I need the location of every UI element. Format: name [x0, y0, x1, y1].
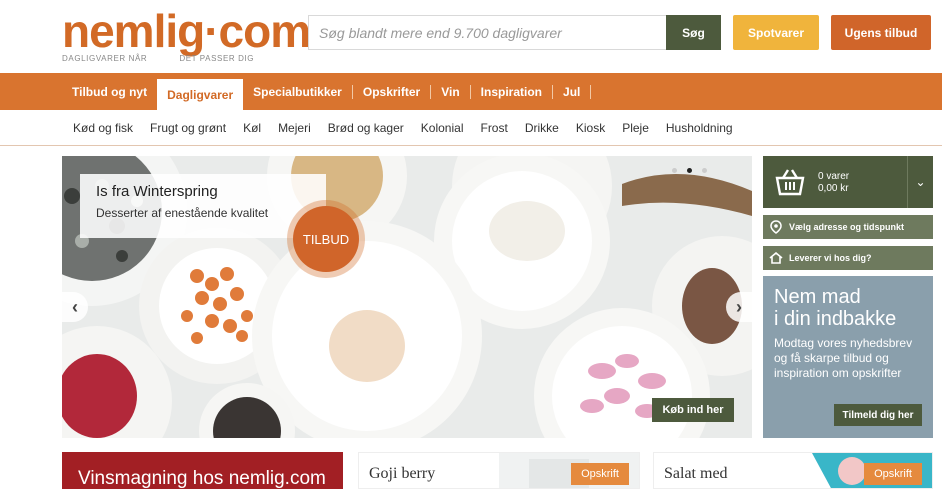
nav-item-tilbud[interactable]: Tilbud og nyt [62, 73, 157, 110]
nav-item-opskrifter[interactable]: Opskrifter [353, 73, 430, 110]
chevron-down-icon: ⌄ [915, 175, 926, 189]
logo-wordmark: nemlig·com [62, 5, 311, 57]
nav-divider [590, 84, 592, 99]
logo-tagline: DAGLIGVARER NÅR DET PASSER DIG [62, 54, 254, 63]
category-kolonial[interactable]: Kolonial [421, 121, 464, 135]
nav-item-specialbutikker[interactable]: Specialbutikker [243, 73, 352, 110]
newsletter-text: Modtag vores nyhedsbrev og få skarpe til… [774, 336, 913, 380]
choose-address-button[interactable]: Vælg adresse og tidspunkt [763, 215, 933, 239]
cart-expand-button[interactable]: ⌄ [907, 156, 933, 208]
category-brod-og-kager[interactable]: Brød og kager [328, 121, 404, 135]
recipe-card[interactable]: Salat med Opskrift [653, 452, 933, 489]
category-frost[interactable]: Frost [480, 121, 507, 135]
category-kiosk[interactable]: Kiosk [576, 121, 605, 135]
category-kol[interactable]: Køl [243, 121, 261, 135]
newsletter-signup-button[interactable]: Tilmeld dig her [834, 404, 922, 426]
carousel-dot[interactable] [702, 168, 707, 173]
newsletter-title-line2: i din indbakke [774, 308, 897, 330]
recipe-tag: Opskrift [864, 463, 922, 485]
recipe-tag: Opskrift [571, 463, 629, 485]
hero-subtitle: Desserter af enestående kvalitet [96, 206, 269, 220]
basket-icon [775, 169, 805, 196]
recipe-card[interactable]: Goji berry Opskrift [358, 452, 640, 489]
main-navigation: Tilbud og nyt Dagligvarer Specialbutikke… [0, 73, 942, 110]
promo-card-wine[interactable]: Vinsmagning hos nemlig.com [62, 452, 343, 489]
choose-address-label: Vælg adresse og tidspunkt [789, 222, 905, 232]
hero-shop-button[interactable]: Køb ind her [652, 398, 734, 422]
nav-item-vin[interactable]: Vin [431, 73, 469, 110]
cart-summary: 0 varer 0,00 kr [818, 171, 849, 195]
spotvarer-button[interactable]: Spotvarer [733, 15, 819, 50]
category-drikke[interactable]: Drikke [525, 121, 559, 135]
chevron-left-icon: ‹ [72, 296, 78, 317]
nav-item-inspiration[interactable]: Inspiration [471, 73, 552, 110]
category-pleje[interactable]: Pleje [622, 121, 649, 135]
nav-item-jul[interactable]: Jul [553, 73, 590, 110]
carousel-dot[interactable] [672, 168, 677, 173]
nav-item-dagligvarer[interactable]: Dagligvarer [157, 79, 244, 110]
chevron-right-icon: › [736, 296, 742, 317]
carousel-dots [672, 168, 707, 173]
newsletter-title-line1: Nem mad [774, 286, 861, 308]
recipe-card-title: Goji berry [369, 465, 436, 482]
offer-badge: TILBUD [287, 200, 365, 278]
category-husholdning[interactable]: Husholdning [666, 121, 733, 135]
home-icon [769, 251, 783, 265]
promo-card-title: Vinsmagning hos nemlig.com [78, 468, 326, 489]
search-box [308, 15, 666, 50]
delivery-check-label: Leverer vi hos dig? [789, 253, 872, 263]
carousel-next-button[interactable]: › [726, 292, 752, 322]
offer-badge-label: TILBUD [293, 206, 359, 272]
tagline-left: DAGLIGVARER NÅR [62, 54, 148, 63]
tagline-right: DET PASSER DIG [179, 54, 255, 63]
weekly-offers-button[interactable]: Ugens tilbud [831, 15, 931, 50]
recipe-card-title: Salat med [664, 465, 728, 482]
hero-title: Is fra Winterspring [96, 183, 218, 200]
newsletter-panel: Nem mad i din indbakke Modtag vores nyhe… [763, 276, 933, 438]
cart-item-count: 0 varer [818, 171, 850, 182]
map-pin-icon [769, 220, 783, 234]
cart-total: 0,00 kr [818, 183, 849, 194]
category-mejeri[interactable]: Mejeri [278, 121, 311, 135]
category-frugt-og-gront[interactable]: Frugt og grønt [150, 121, 226, 135]
delivery-check-button[interactable]: Leverer vi hos dig? [763, 246, 933, 270]
site-logo[interactable]: nemlig·com DAGLIGVARER NÅR DET PASSER DIG [62, 6, 311, 64]
search-button[interactable]: Søg [666, 15, 721, 50]
site-header: nemlig·com DAGLIGVARER NÅR DET PASSER DIG… [0, 0, 942, 72]
category-navigation: Kød og fisk Frugt og grønt Køl Mejeri Br… [0, 110, 942, 146]
carousel-dot-active[interactable] [687, 168, 692, 173]
search-input[interactable] [309, 16, 666, 49]
category-kod-og-fisk[interactable]: Kød og fisk [73, 121, 133, 135]
hero-carousel[interactable]: Is fra Winterspring Desserter af eneståe… [62, 156, 752, 438]
mini-cart[interactable]: 0 varer 0,00 kr ⌄ [763, 156, 933, 208]
